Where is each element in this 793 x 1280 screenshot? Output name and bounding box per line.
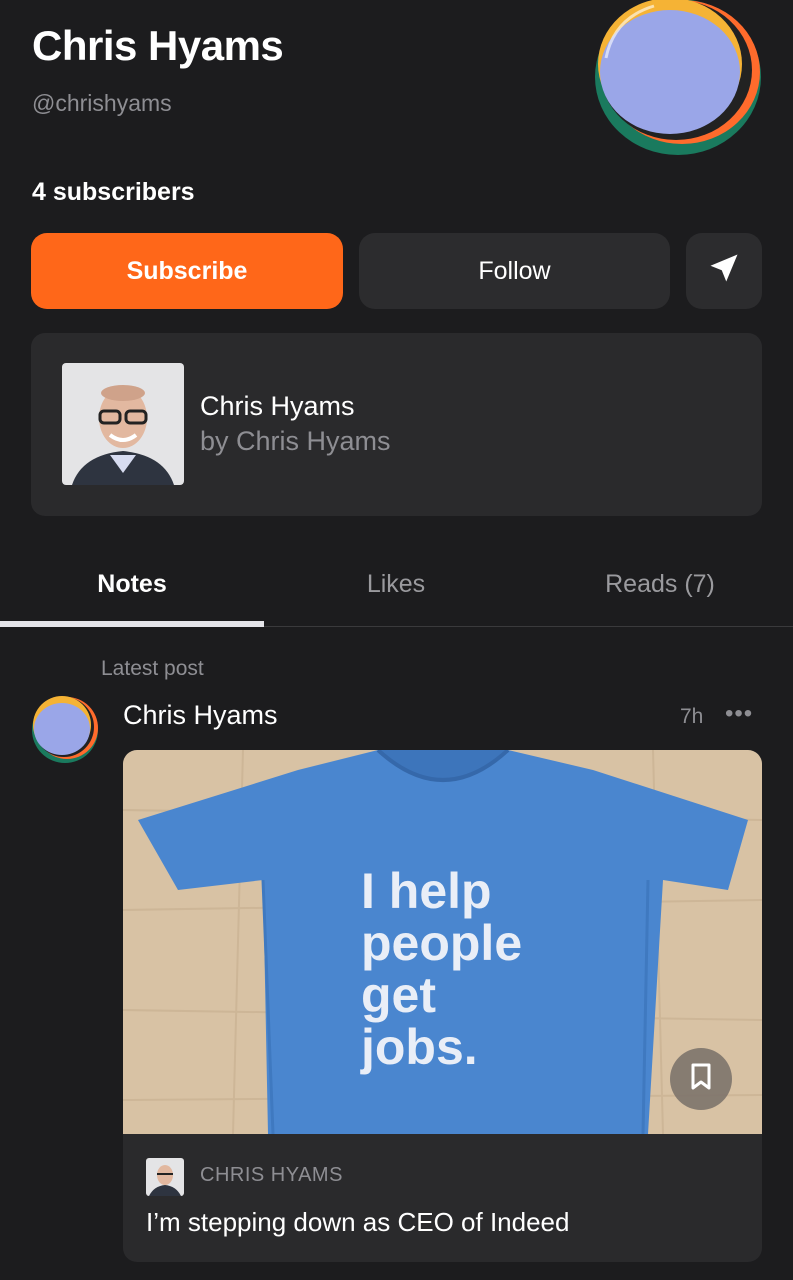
profile-avatar[interactable] [594,0,762,156]
subscriber-count: 4 subscribers [32,178,195,206]
tab-reads[interactable]: Reads (7) [528,570,792,599]
post-image: I help people get jobs. [123,750,762,1135]
shirt-text-line-3: get [361,967,436,1023]
shirt-text-line-2: people [361,915,522,971]
active-tab-indicator [0,621,264,627]
publication-photo [62,363,184,485]
profile-handle: @chrishyams [32,90,172,116]
post-author-avatar[interactable] [31,696,99,764]
tab-notes[interactable]: Notes [0,570,264,599]
profile-name: Chris Hyams [32,22,284,69]
post-publication-name: CHRIS HYAMS [200,1164,343,1186]
bookmark-button[interactable] [670,1048,732,1110]
post-publication-photo [146,1158,184,1196]
post-timestamp: 7h [680,705,704,728]
section-label: Latest post [101,657,204,680]
share-button[interactable] [686,233,762,309]
post-title[interactable]: I’m stepping down as CEO of Indeed [146,1207,569,1238]
publication-title[interactable]: Chris Hyams [200,391,355,422]
send-icon [706,250,742,293]
shirt-text-line-4: jobs. [360,1019,478,1075]
shirt-text-line-1: I help [361,863,492,919]
bookmark-icon [690,1063,712,1096]
post-author-name[interactable]: Chris Hyams [123,700,278,731]
follow-button[interactable]: Follow [359,233,670,309]
subscribe-button[interactable]: Subscribe [31,233,343,309]
post-card[interactable]: I help people get jobs. CHRIS HYAMS I’m … [123,750,762,1262]
publication-byline: by Chris Hyams [200,426,391,456]
more-options-icon[interactable]: ••• [725,700,753,728]
tab-likes[interactable]: Likes [264,570,528,599]
